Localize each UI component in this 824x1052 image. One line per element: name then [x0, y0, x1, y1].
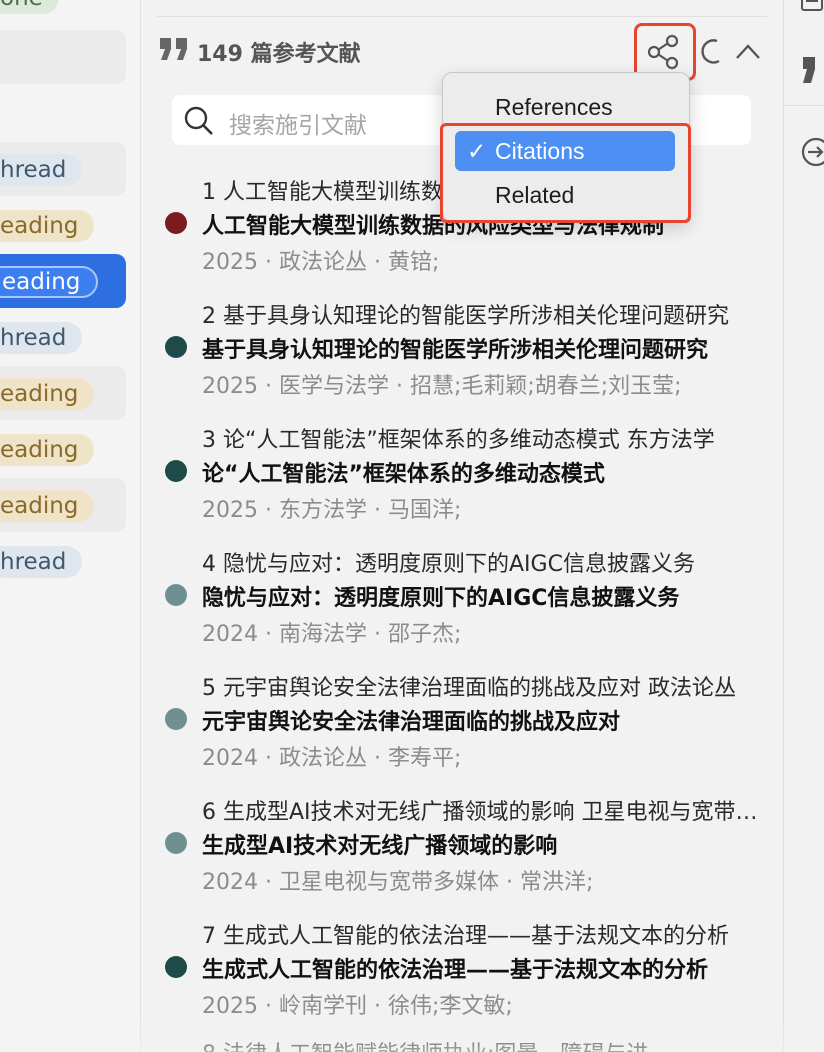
- item-title[interactable]: 生成式人工智能的依法治理——基于法规文本的分析: [202, 952, 767, 984]
- item-summary: 7 生成式人工智能的依法治理——基于法规文本的分析: [202, 924, 729, 949]
- tag-sidebar: one hread eading eading hread eading ead…: [0, 0, 140, 1052]
- item-summary: 2 基于具身认知理论的智能医学所涉相关伦理问题研究: [202, 304, 729, 329]
- highlight-annotation: [440, 123, 691, 223]
- arrow-right-circle-icon[interactable]: [800, 136, 824, 172]
- item-title[interactable]: 元宇宙舆论安全法律治理面临的挑战及应对: [202, 704, 767, 736]
- document-icon[interactable]: [800, 0, 824, 22]
- divider: [157, 16, 767, 17]
- tag-row-selected[interactable]: eading: [0, 254, 126, 308]
- status-tag: eading: [0, 490, 95, 522]
- status-dot: [165, 212, 187, 234]
- tag-row[interactable]: one: [0, 0, 126, 34]
- tag-row[interactable]: hread: [0, 534, 126, 588]
- divider: [784, 105, 824, 106]
- status-tag: hread: [0, 546, 83, 578]
- status-tag: one: [0, 0, 59, 14]
- list-item[interactable]: 7 生成式人工智能的依法治理——基于法规文本的分析 生成式人工智能的依法治理——…: [141, 912, 783, 1036]
- item-summary: 6 生成型AI技术对无线广播领域的影响 卫星电视与宽带多媒体: [202, 800, 767, 825]
- status-dot: [165, 584, 187, 606]
- list-item-partial[interactable]: 8 法律人工智能赋能律师执业:图景、障碍与进: [202, 1036, 648, 1052]
- search-icon: [182, 105, 216, 141]
- list-item[interactable]: 2 基于具身认知理论的智能医学所涉相关伦理问题研究 基于具身认知理论的智能医学所…: [141, 292, 783, 416]
- tag-row[interactable]: hread: [0, 310, 126, 364]
- refresh-icon: [701, 39, 720, 64]
- item-meta: 2024 · 政法论丛 · 李寿平;: [202, 746, 462, 771]
- menu-item-references[interactable]: References: [455, 87, 675, 127]
- quote-icon[interactable]: [801, 55, 824, 93]
- status-dot: [165, 956, 187, 978]
- quote-icon: [158, 34, 190, 68]
- chevron-up-icon: [736, 44, 760, 59]
- tag-row[interactable]: hread: [0, 142, 126, 196]
- item-title[interactable]: 生成型AI技术对无线广播领域的影响: [202, 828, 767, 860]
- item-meta: 2024 · 南海法学 · 邵子杰;: [202, 622, 462, 647]
- status-dot: [165, 336, 187, 358]
- item-title[interactable]: 隐忧与应对：透明度原则下的AIGC信息披露义务: [202, 580, 767, 612]
- item-summary: 4 隐忧与应对：透明度原则下的AIGC信息披露义务: [202, 552, 695, 577]
- tag-row[interactable]: eading: [0, 366, 126, 420]
- list-item[interactable]: 4 隐忧与应对：透明度原则下的AIGC信息披露义务 隐忧与应对：透明度原则下的A…: [141, 540, 783, 664]
- status-tag: eading: [0, 266, 99, 298]
- item-meta: 2025 · 政法论丛 · 黄锫;: [202, 250, 440, 275]
- tag-row[interactable]: eading: [0, 198, 126, 252]
- right-toolbar: [784, 0, 824, 1052]
- refresh-button[interactable]: [693, 32, 733, 72]
- status-dot: [165, 460, 187, 482]
- item-title[interactable]: 论“人工智能法”框架体系的多维动态模式: [202, 456, 767, 488]
- panel-title: 149 篇参考文献: [197, 42, 361, 67]
- item-summary: 5 元宇宙舆论安全法律治理面临的挑战及应对 政法论丛: [202, 676, 736, 701]
- search-placeholder: 搜索施引文献: [229, 113, 367, 139]
- status-tag: hread: [0, 322, 83, 354]
- tag-row[interactable]: [0, 30, 126, 84]
- status-tag: eading: [0, 434, 95, 466]
- list-item[interactable]: 3 论“人工智能法”框架体系的多维动态模式 东方法学 论“人工智能法”框架体系的…: [141, 416, 783, 540]
- status-dot: [165, 708, 187, 730]
- tag-row[interactable]: eading: [0, 478, 126, 532]
- status-dot: [165, 832, 187, 854]
- citation-list: 1 人工智能大模型训练数据的风险类型与法律规制 人工智能大模型训练数据的风险类型…: [141, 168, 783, 1036]
- status-tag: eading: [0, 210, 95, 242]
- list-item[interactable]: 6 生成型AI技术对无线广播领域的影响 卫星电视与宽带多媒体 生成型AI技术对无…: [141, 788, 783, 912]
- item-summary: 3 论“人工智能法”框架体系的多维动态模式 东方法学: [202, 428, 715, 453]
- status-tag: eading: [0, 378, 95, 410]
- collapse-button[interactable]: [731, 32, 771, 72]
- status-tag: hread: [0, 154, 83, 186]
- item-title[interactable]: 基于具身认知理论的智能医学所涉相关伦理问题研究: [202, 332, 767, 364]
- item-meta: 2025 · 东方法学 · 马国洋;: [202, 498, 462, 523]
- item-meta: 2025 · 岭南学刊 · 徐伟;李文敏;: [202, 994, 513, 1019]
- item-meta: 2025 · 医学与法学 · 招慧;毛莉颖;胡春兰;刘玉莹;: [202, 374, 682, 399]
- item-meta: 2024 · 卫星电视与宽带多媒体 · 常洪洋;: [202, 870, 594, 895]
- list-item[interactable]: 5 元宇宙舆论安全法律治理面临的挑战及应对 政法论丛 元宇宙舆论安全法律治理面临…: [141, 664, 783, 788]
- tag-row[interactable]: eading: [0, 422, 126, 476]
